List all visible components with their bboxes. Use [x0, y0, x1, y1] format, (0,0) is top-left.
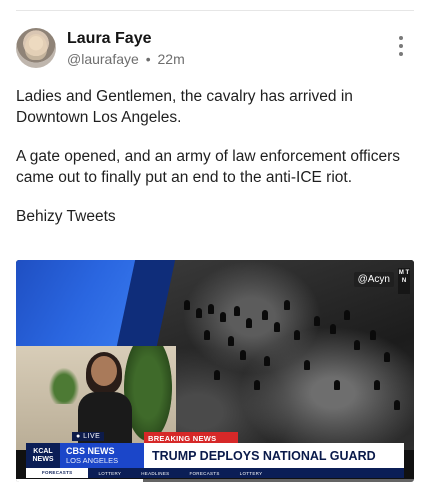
news-headline: TRUMP DEPLOYS NATIONAL GUARD — [144, 443, 404, 468]
video-progress-fill — [16, 479, 144, 482]
meta-separator: • — [145, 51, 151, 67]
crowd-figure — [384, 352, 390, 362]
live-badge: ● LIVE — [72, 432, 105, 441]
crowd-figure — [330, 324, 336, 334]
corner-logo: M T N — [398, 268, 410, 294]
crowd-figure — [240, 350, 246, 360]
ticker-item: LOTTERY — [239, 470, 263, 476]
network-logo: CBS NEWS LOS ANGELES — [60, 443, 144, 468]
author-meta: @laurafaye • 22m — [67, 51, 185, 67]
crowd-figure — [344, 310, 350, 320]
post-paragraph: Ladies and Gentlemen, the cavalry has ar… — [16, 88, 353, 126]
video-progress-bar[interactable] — [16, 479, 414, 482]
crowd-footage — [144, 260, 414, 450]
ticker-item: FORECASTS — [189, 470, 220, 476]
crowd-figure — [334, 380, 340, 390]
author-name[interactable]: Laura Faye — [67, 30, 151, 48]
author-handle[interactable]: @laurafaye — [67, 51, 139, 67]
crowd-figure — [314, 316, 320, 326]
crowd-figure — [262, 310, 268, 320]
crowd-figure — [284, 300, 290, 310]
more-vertical-icon[interactable] — [398, 36, 404, 58]
network-city: LOS ANGELES — [66, 456, 119, 465]
ticker-item: LOTTERY — [98, 470, 122, 476]
network-name: CBS NEWS — [66, 446, 115, 456]
studio-graphic — [16, 260, 146, 346]
video-player[interactable]: @Acyn M T N ● LIVE BREAKING NEWS KCAL NE… — [16, 260, 414, 482]
crowd-figure — [354, 340, 360, 350]
crowd-figure — [246, 318, 252, 328]
crowd-figure — [274, 322, 280, 332]
post-timestamp[interactable]: 22m — [158, 51, 185, 67]
crowd-figure — [374, 380, 380, 390]
crowd-figure — [264, 356, 270, 366]
post-paragraph: Behizy Tweets — [16, 208, 116, 225]
station-logo: KCAL NEWS — [26, 443, 60, 468]
crowd-figure — [208, 304, 214, 314]
breaking-news-banner: BREAKING NEWS — [144, 432, 238, 443]
post-paragraph: A gate opened, and an army of law enforc… — [16, 148, 401, 186]
ticker-item: FORECASTS — [26, 468, 89, 478]
avatar[interactable] — [16, 28, 56, 68]
crowd-figure — [370, 330, 376, 340]
post-body: Ladies and Gentlemen, the cavalry has ar… — [16, 86, 401, 245]
crowd-figure — [254, 380, 260, 390]
crowd-figure — [196, 308, 202, 318]
crowd-figure — [304, 360, 310, 370]
watermark: @Acyn — [353, 272, 394, 287]
crowd-figure — [214, 370, 220, 380]
crowd-figure — [228, 336, 234, 346]
post-header: Laura Faye @laurafaye • 22m — [16, 28, 414, 72]
news-ticker: FORECASTS LOTTERY HEADLINES FORECASTS LO… — [26, 468, 404, 478]
crowd-figure — [184, 300, 190, 310]
news-lower-third: ● LIVE BREAKING NEWS KCAL NEWS CBS NEWS … — [26, 432, 404, 468]
top-divider — [16, 10, 414, 11]
crowd-figure — [394, 400, 400, 410]
plant-graphic — [46, 364, 82, 404]
crowd-figure — [234, 306, 240, 316]
crowd-figure — [294, 330, 300, 340]
crowd-figure — [220, 312, 226, 322]
crowd-figure — [204, 330, 210, 340]
ticker-item: HEADLINES — [141, 470, 170, 476]
